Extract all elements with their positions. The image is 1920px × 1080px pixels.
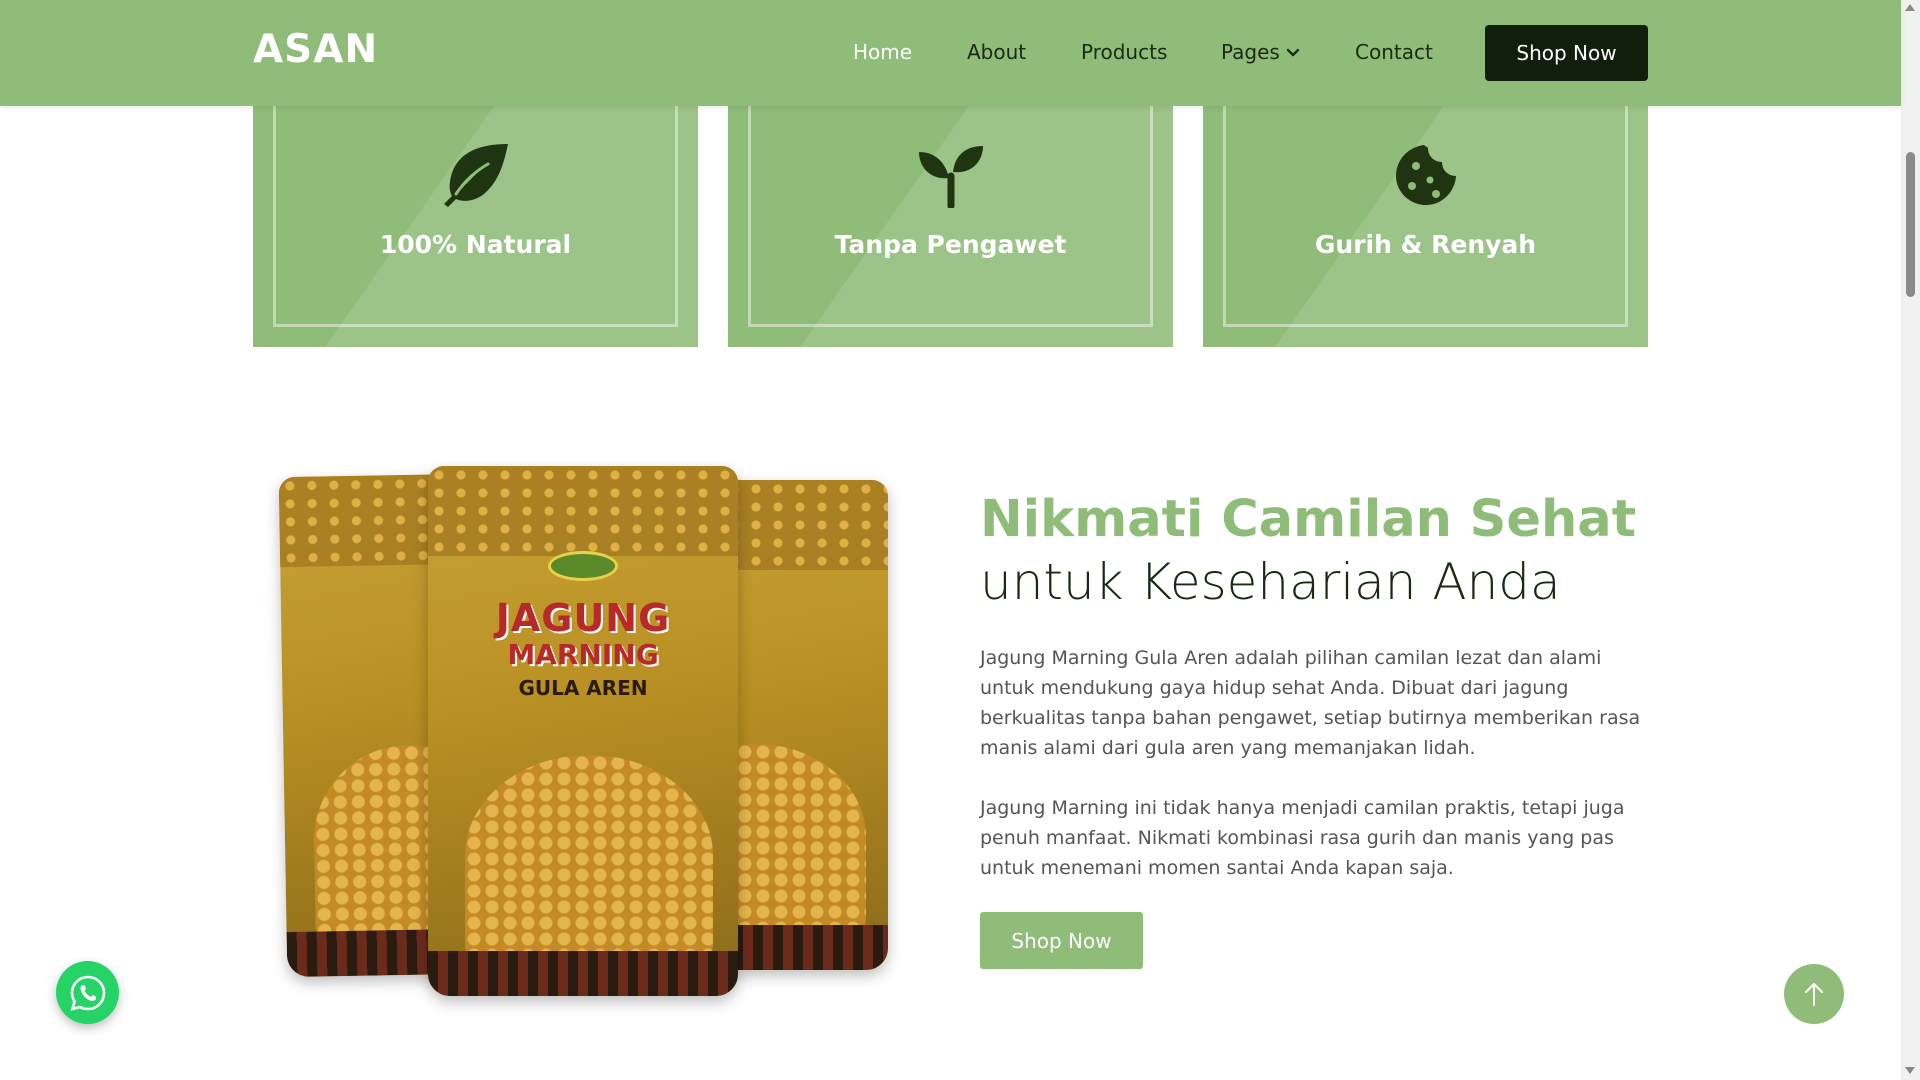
nav-products[interactable]: Products [1081,40,1167,64]
section-headline-accent: Nikmati Camilan Sehat [980,490,1637,549]
pack-title-line1: JAGUNG [495,596,671,640]
card-shine [1203,90,1648,347]
feature-title: 100% Natural [379,230,572,259]
back-to-top-button[interactable] [1784,964,1844,1024]
nav-shop-now-button[interactable]: Shop Now [1485,25,1648,81]
whatsapp-icon [70,975,105,1011]
nav-pages-label: Pages [1221,40,1280,64]
chevron-down-icon [1286,48,1300,57]
feature-card-no-preservatives: Tanpa Pengawet [728,90,1173,347]
section-headline: untuk Keseharian Anda [980,553,1561,611]
nav-pages-dropdown[interactable]: Pages [1221,40,1300,64]
leaf-icon [443,144,508,207]
section-paragraph-2: Jagung Marning ini tidak hanya menjadi c… [980,797,1625,879]
whatsapp-button[interactable] [56,961,119,1024]
product-pouch-front: JAGUNG MARNING GULA AREN [428,466,738,996]
feature-card-natural: 100% Natural [253,90,698,347]
brand-badge [548,551,618,581]
page-scrollbar[interactable] [1901,0,1920,1080]
feature-title: Gurih & Renyah [1314,230,1537,259]
pack-title-line3: GULA AREN [518,676,648,700]
card-shine [728,90,1173,347]
cookie-icon [1395,145,1456,205]
sprout-icon [918,146,983,208]
product-image: JAGUNG MARNING GULA AREN [278,460,893,996]
nav-about[interactable]: About [967,40,1026,64]
arrow-up-icon [1805,983,1823,1006]
feature-title: Tanpa Pengawet [834,230,1067,259]
pack-title-line2: MARNING [507,638,659,671]
scrollbar-thumb[interactable] [1906,152,1915,297]
scroll-down-arrow-icon[interactable] [1905,1067,1915,1074]
site-logo[interactable]: ASAN [253,27,378,72]
nav-home[interactable]: Home [853,40,912,64]
navbar: ASAN Home About Products Pages Contact S… [0,0,1901,106]
feature-card-crunchy: Gurih & Renyah [1203,90,1648,347]
shop-now-button[interactable]: Shop Now [980,912,1143,969]
scroll-up-arrow-icon[interactable] [1905,4,1915,11]
card-shine [253,90,698,347]
nav-contact[interactable]: Contact [1355,40,1433,64]
section-paragraph-1: Jagung Marning Gula Aren adalah pilihan … [980,647,1641,759]
